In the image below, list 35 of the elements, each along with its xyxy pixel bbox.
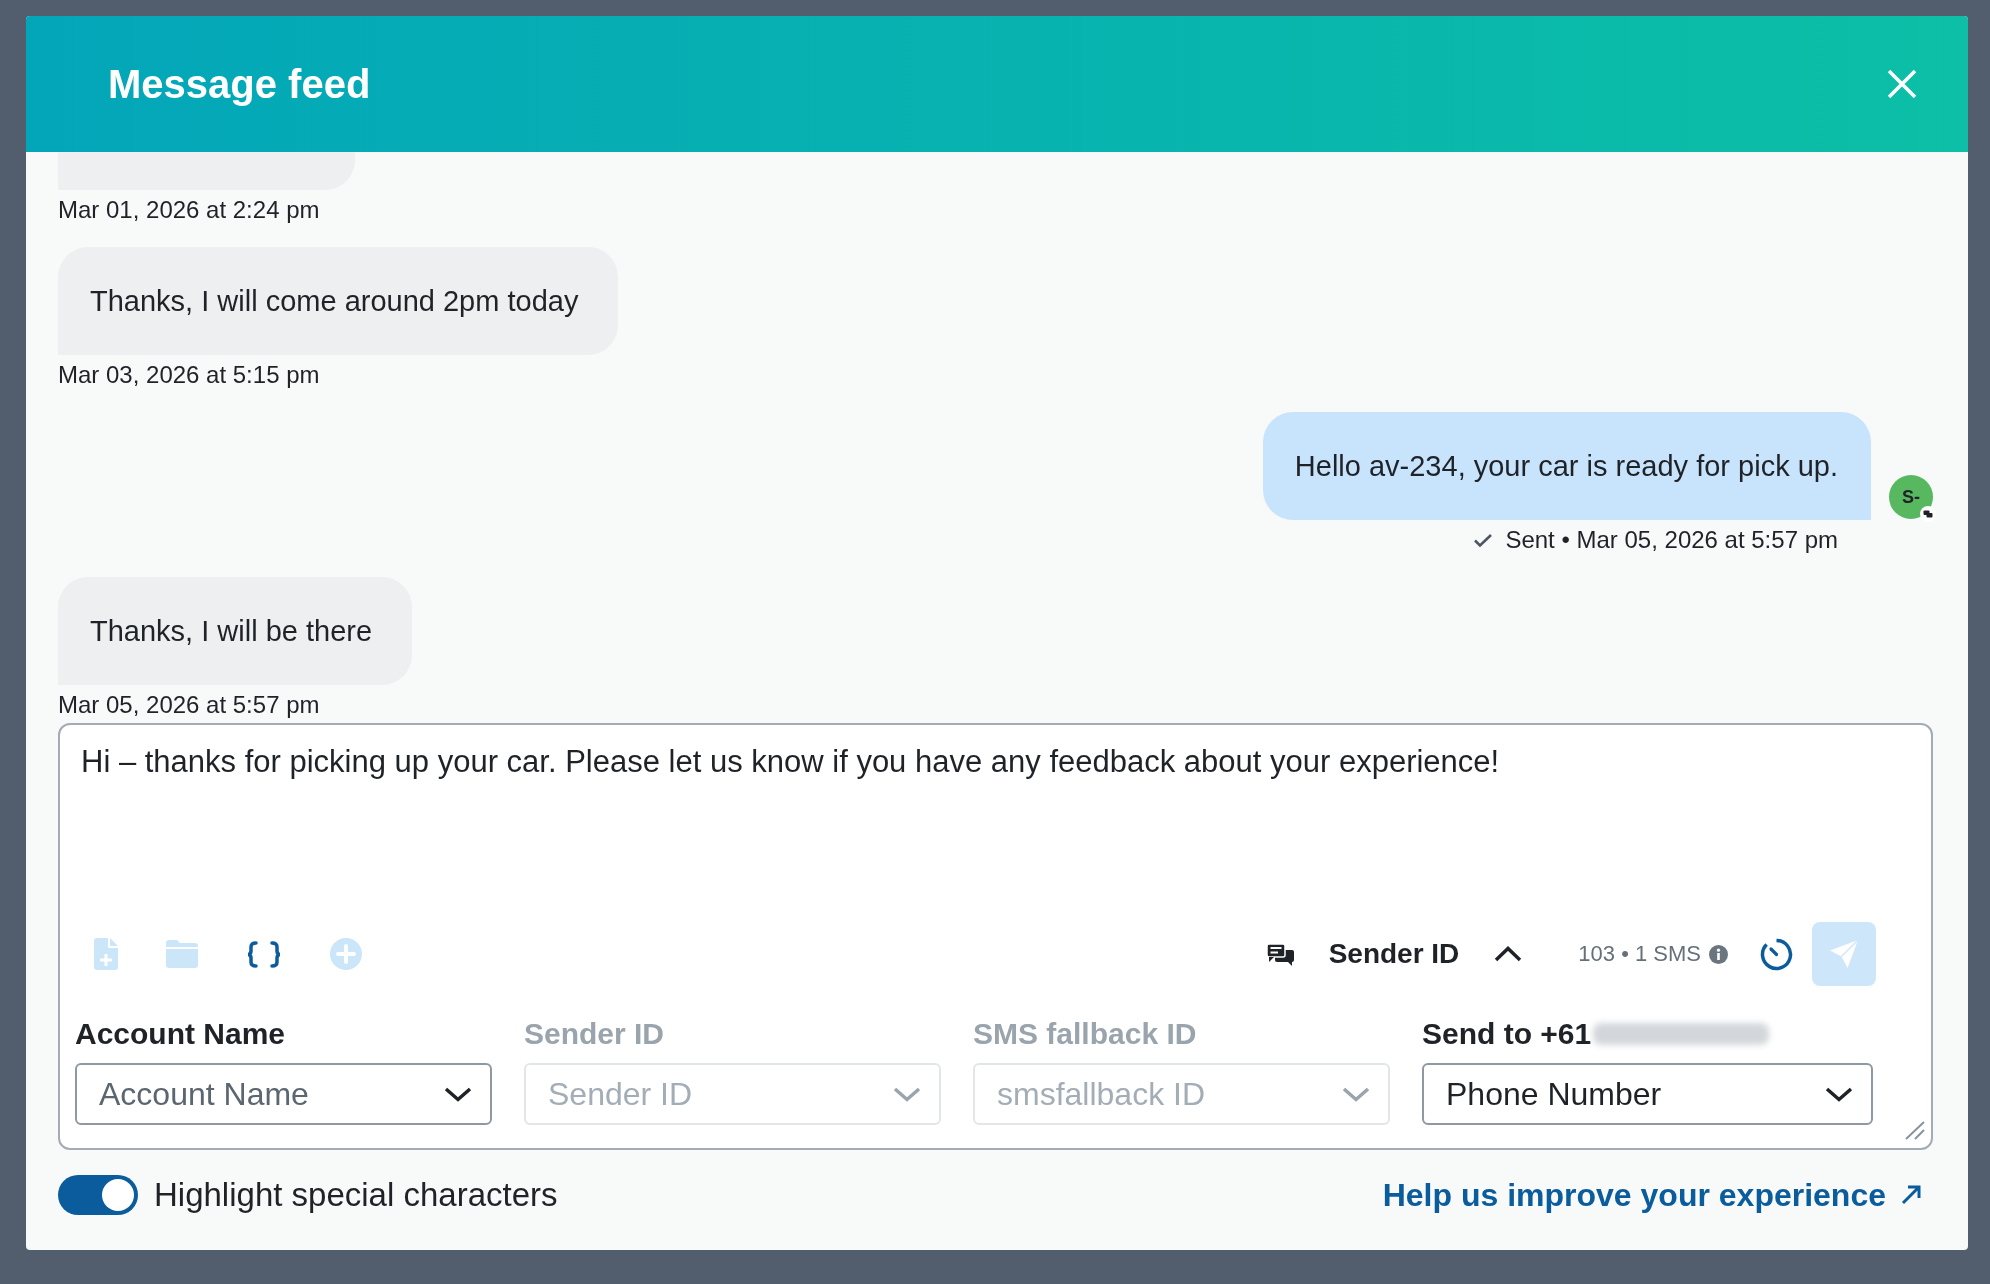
toggle-label[interactable]: Highlight special characters <box>154 1176 558 1214</box>
sender-id-toggle[interactable]: Sender ID <box>1265 938 1523 970</box>
message-timestamp: Mar 01, 2026 at 2:24 pm <box>58 196 320 224</box>
chat-icon <box>1265 942 1294 966</box>
close-icon <box>1887 69 1917 99</box>
send-icon <box>1829 939 1859 969</box>
field-label: Account Name <box>75 1016 286 1052</box>
select-field[interactable]: Account Name <box>75 1063 492 1125</box>
resize-handle-icon[interactable] <box>1903 1120 1925 1140</box>
close-button[interactable] <box>1887 69 1917 99</box>
toggle-switch[interactable] <box>58 1175 138 1215</box>
field-label: Send to +61 <box>1422 1016 1592 1052</box>
chevron-down-icon <box>444 1086 472 1102</box>
info-icon[interactable] <box>1709 944 1728 964</box>
message-status: Sent • Mar 05, 2026 at 5:57 pm <box>1505 526 1838 554</box>
field-label: Sender ID <box>524 1016 665 1052</box>
select-field[interactable]: Phone Number <box>1422 1063 1873 1125</box>
field-label: SMS fallback ID <box>973 1016 1197 1052</box>
chat-badge-icon <box>1920 506 1936 522</box>
message-timestamp: Mar 05, 2026 at 5:57 pm <box>58 691 320 719</box>
avatar: S- <box>1889 475 1933 519</box>
chevron-down-icon <box>893 1086 921 1102</box>
chevron-down-icon <box>1342 1086 1370 1102</box>
timer-icon[interactable] <box>1760 937 1793 971</box>
external-link-icon <box>1900 1184 1922 1206</box>
help-link[interactable]: Help us improve your experience <box>1382 1176 1922 1214</box>
dialog-title: Message feed <box>108 61 371 108</box>
message-timestamp: Mar 03, 2026 at 5:15 pm <box>58 361 320 389</box>
message-input[interactable]: Hi – thanks for picking up your car. Please let us know if you have any feedback about your experience! <box>81 744 1911 922</box>
message-bubble: Hello av-234, your car is ready for pick up. <box>1262 412 1871 520</box>
message-bubble: Thanks, I will come around 2pm today <box>58 247 619 355</box>
message-bubble: Thanks, I will be there <box>58 577 413 685</box>
sms-counter: 103 • 1 SMS <box>1578 941 1701 967</box>
chevron-down-icon <box>1825 1086 1853 1102</box>
braces-icon[interactable] <box>246 940 282 968</box>
